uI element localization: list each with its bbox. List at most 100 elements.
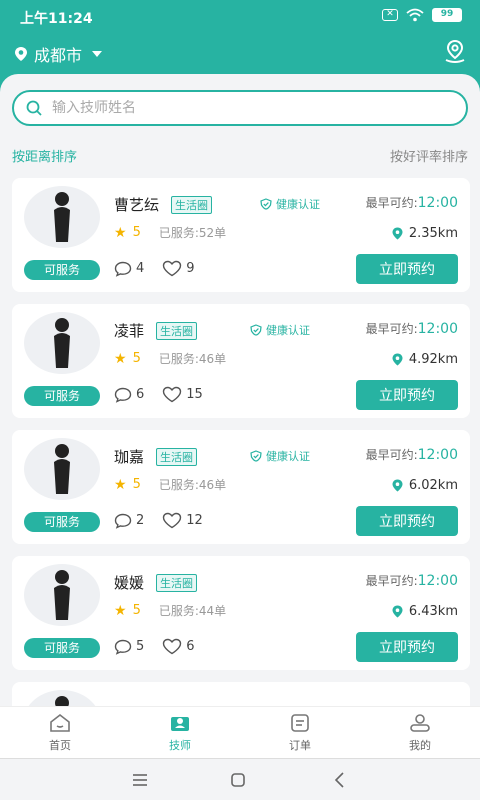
location-pin-icon xyxy=(392,227,403,240)
comment-count: 5 xyxy=(136,639,145,654)
sort-bar: 按距离排序 按好评率排序 xyxy=(12,146,468,166)
system-navigation-bar xyxy=(0,758,480,800)
earliest-booking: 最早可约:12:00 xyxy=(366,194,458,211)
earliest-label: 最早可约: xyxy=(365,196,418,210)
wifi-icon xyxy=(406,8,424,22)
battery-icon: 99 xyxy=(432,8,462,22)
technician-search-input[interactable] xyxy=(52,100,432,116)
status-badge: 可服务 xyxy=(24,638,100,658)
tab-home[interactable]: 首页 xyxy=(0,707,120,758)
served-count: 已服务:46单 xyxy=(158,478,227,492)
life-circle-tag: 生活圈 xyxy=(156,573,198,592)
comment-count: 4 xyxy=(136,261,145,276)
book-now-button[interactable]: 立即预约 xyxy=(356,254,458,284)
star-icon: ★ xyxy=(114,602,127,619)
tab-order-label: 订单 xyxy=(289,738,311,752)
earliest-time: 12:00 xyxy=(417,447,458,463)
book-now-button[interactable]: 立即预约 xyxy=(356,380,458,410)
map-location-icon[interactable] xyxy=(442,38,468,64)
heart-icon[interactable] xyxy=(162,260,182,277)
status-icons: ✕ 99 xyxy=(382,8,462,22)
served-count: 已服务:46单 xyxy=(158,352,227,366)
health-certified: 健康认证 xyxy=(260,196,320,212)
notification-icon: ✕ xyxy=(382,9,398,21)
sort-by-distance[interactable]: 按距离排序 xyxy=(12,146,77,165)
like-count: 6 xyxy=(186,639,195,654)
technician-name: 媛媛 xyxy=(114,574,145,592)
technician-name: 凌菲 xyxy=(114,322,145,340)
earliest-booking: 最早可约:12:00 xyxy=(366,446,458,463)
technician-card-partial[interactable] xyxy=(12,682,470,706)
star-icon: ★ xyxy=(114,350,127,367)
bottom-tab-bar: 首页 技师 订单 我的 xyxy=(0,706,480,758)
tab-profile-label: 我的 xyxy=(409,738,431,752)
distance: 2.35km xyxy=(392,226,458,241)
engagement-stats: 56 xyxy=(114,638,195,655)
health-label: 健康认证 xyxy=(266,324,310,337)
comment-icon[interactable] xyxy=(114,261,132,277)
status-badge: 可服务 xyxy=(24,512,100,532)
book-now-button[interactable]: 立即预约 xyxy=(356,632,458,662)
technician-card[interactable]: 珈嘉 生活圈 健康认证 最早可约:12:00 ★ 5 已服务:46单 6.02km 可服务 2 12… xyxy=(12,430,470,544)
distance: 4.92km xyxy=(392,352,458,367)
earliest-booking: 最早可约:12:00 xyxy=(366,320,458,337)
life-circle-tag: 生活圈 xyxy=(156,321,198,340)
technician-name: 珈嘉 xyxy=(114,448,145,466)
profile-icon xyxy=(410,713,430,732)
tab-home-label: 首页 xyxy=(49,738,71,752)
app-header: 成都市 xyxy=(0,34,480,74)
menu-icon[interactable] xyxy=(128,769,152,791)
like-count: 12 xyxy=(186,513,203,528)
comment-icon[interactable] xyxy=(114,387,132,403)
tab-technician[interactable]: 技师 xyxy=(120,707,240,758)
earliest-label: 最早可约: xyxy=(365,448,418,462)
technician-card[interactable]: 媛媛 生活圈 最早可约:12:00 ★ 5 已服务:44单 6.43km 可服务 5 6 立即预约 xyxy=(12,556,470,670)
distance-value: 6.43km xyxy=(408,604,458,619)
book-now-button[interactable]: 立即预约 xyxy=(356,506,458,536)
heart-icon[interactable] xyxy=(162,638,182,655)
tab-technician-label: 技师 xyxy=(169,738,191,752)
earliest-time: 12:00 xyxy=(417,573,458,589)
content-panel: 按距离排序 按好评率排序 曹艺纭生活圈健康认证最早可约:12:00★5已服务:5… xyxy=(0,74,480,706)
comment-icon[interactable] xyxy=(114,513,132,529)
earliest-label: 最早可约: xyxy=(365,574,418,588)
distance: 6.43km xyxy=(392,604,458,619)
technician-avatar xyxy=(24,690,100,706)
city-selector[interactable]: 成都市 xyxy=(14,42,103,66)
name-row: 凌菲 生活圈 xyxy=(114,320,198,341)
star-icon: ★ xyxy=(114,224,127,241)
search-icon xyxy=(26,100,42,116)
home-square-icon[interactable] xyxy=(226,769,250,791)
rating-score: 5 xyxy=(132,477,141,492)
status-badge: 可服务 xyxy=(24,260,100,280)
order-icon xyxy=(291,713,309,732)
technician-avatar xyxy=(24,564,100,626)
name-row: 珈嘉 生活圈 xyxy=(114,446,198,467)
location-pin-icon xyxy=(392,605,403,618)
comment-icon[interactable] xyxy=(114,639,132,655)
health-label: 健康认证 xyxy=(276,198,320,211)
location-pin-icon xyxy=(392,479,403,492)
comment-count: 6 xyxy=(136,387,145,402)
heart-icon[interactable] xyxy=(162,512,182,529)
chevron-down-icon xyxy=(92,51,103,57)
technician-card[interactable]: 曹艺纭 生活圈 健康认证 最早可约:12:00 ★ 5 已服务:52单 2.35km 可服务 4 9… xyxy=(12,178,470,292)
back-icon[interactable] xyxy=(328,769,352,791)
distance-value: 2.35km xyxy=(408,226,458,241)
technician-card[interactable]: 凌菲 生活圈 健康认证 最早可约:12:00 ★ 5 已服务:46单 4.92km 可服务 6 15… xyxy=(12,304,470,418)
home-icon xyxy=(50,713,70,732)
tab-profile[interactable]: 我的 xyxy=(360,707,480,758)
location-pin-icon xyxy=(15,47,27,61)
heart-icon[interactable] xyxy=(162,386,182,403)
sort-by-rating[interactable]: 按好评率排序 xyxy=(390,146,468,165)
earliest-booking: 最早可约:12:00 xyxy=(366,572,458,589)
earliest-time: 12:00 xyxy=(417,195,458,211)
tab-order[interactable]: 订单 xyxy=(240,707,360,758)
technician-avatar xyxy=(24,186,100,248)
name-row: 媛媛 生活圈 xyxy=(114,572,198,593)
life-circle-tag: 生活圈 xyxy=(156,447,198,466)
city-name: 成都市 xyxy=(34,46,83,65)
served-count: 已服务:52单 xyxy=(158,226,227,240)
technician-icon xyxy=(171,716,189,731)
engagement-stats: 49 xyxy=(114,260,195,277)
